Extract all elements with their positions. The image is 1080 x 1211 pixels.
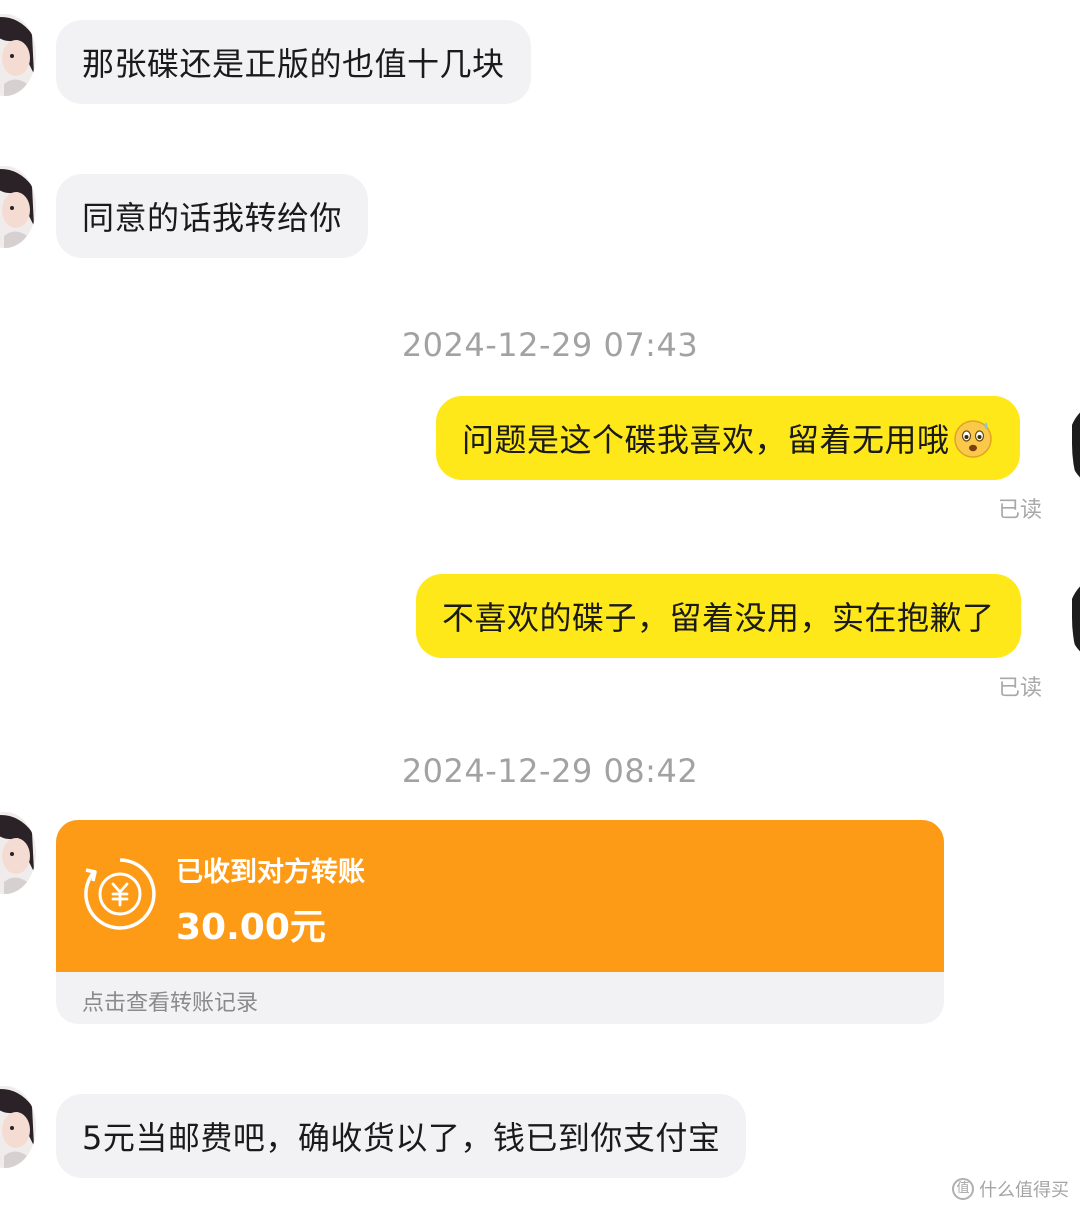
message-text: 问题是这个碟我喜欢，留着无用哦	[462, 421, 950, 459]
avatar-portrait-icon	[0, 1086, 36, 1168]
transfer-title: 已收到对方转账	[176, 857, 365, 888]
incoming-message-bubble[interactable]: 同意的话我转给你	[56, 174, 369, 258]
incoming-message-bubble[interactable]: 那张碟还是正版的也值十几块	[56, 20, 531, 104]
contact-avatar[interactable]	[0, 166, 36, 248]
self-avatar[interactable]	[1068, 578, 1080, 660]
transfer-card[interactable]: 已收到对方转账 30.00元 点击查看转账记录	[56, 820, 944, 1024]
outgoing-message-bubble[interactable]: 问题是这个碟我喜欢，留着无用哦	[436, 396, 1020, 480]
message-text: 那张碟还是正版的也值十几块	[82, 45, 505, 83]
message-timestamp: 2024-12-29 08:42	[401, 752, 699, 790]
contact-avatar[interactable]	[0, 812, 36, 894]
transfer-card-header: 已收到对方转账 30.00元	[56, 820, 944, 972]
watermark: 值 什么值得买	[952, 1176, 1069, 1202]
self-avatar[interactable]	[1068, 404, 1080, 486]
read-status: 已读	[998, 498, 1043, 523]
read-status: 已读	[998, 676, 1043, 701]
zhi-logo-icon: 值	[952, 1178, 974, 1200]
outgoing-message-bubble[interactable]: 不喜欢的碟子，留着没用，实在抱歉了	[416, 574, 1021, 658]
transfer-amount: 30.00元	[176, 907, 326, 948]
avatar-portrait-icon	[0, 14, 36, 96]
incoming-message-bubble[interactable]: 5元当邮费吧，确收货以了，钱已到你支付宝	[56, 1094, 747, 1178]
watermark-text: 什么值得买	[979, 1180, 1069, 1201]
avatar-portrait-icon	[1068, 404, 1080, 486]
message-text: 不喜欢的碟子，留着没用，实在抱歉了	[442, 599, 995, 637]
message-text: 5元当邮费吧，确收货以了，钱已到你支付宝	[82, 1119, 721, 1157]
avatar-portrait-icon	[1068, 578, 1080, 660]
avatar-portrait-icon	[0, 166, 36, 248]
avatar-portrait-icon	[0, 812, 36, 894]
message-timestamp: 2024-12-29 07:43	[401, 326, 699, 364]
contact-avatar[interactable]	[0, 1086, 36, 1168]
view-transfer-record-link[interactable]: 点击查看转账记录	[82, 985, 258, 1017]
currency-exchange-icon	[80, 854, 160, 934]
contact-avatar[interactable]	[0, 14, 36, 96]
message-text: 同意的话我转给你	[82, 199, 343, 237]
sweating-smile-emoji-icon	[952, 417, 994, 459]
